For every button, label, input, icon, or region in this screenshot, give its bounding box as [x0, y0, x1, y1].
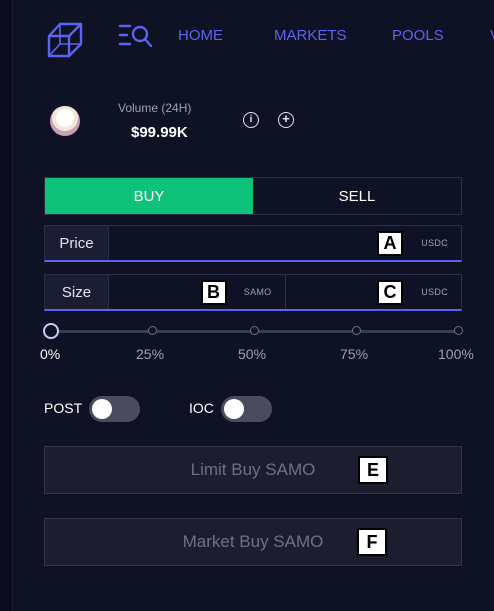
size-base-unit: SAMO: [243, 287, 272, 297]
top-nav: HOME MARKETS POOLS V: [0, 0, 494, 72]
marker-e: E: [358, 456, 388, 484]
ioc-toggle[interactable]: [221, 396, 272, 422]
slider-tick-50[interactable]: [250, 326, 259, 335]
marker-a: A: [377, 231, 403, 256]
size-quote-input[interactable]: C USDC: [284, 275, 461, 309]
post-toggle-knob: [92, 399, 112, 419]
cube-logo-icon[interactable]: [45, 18, 87, 58]
slider-label-100: 100%: [438, 346, 474, 362]
tab-buy[interactable]: BUY: [45, 178, 253, 214]
marker-b: B: [200, 280, 227, 305]
ioc-label: IOC: [189, 400, 214, 416]
samo-token-icon: [50, 106, 80, 136]
plus-circle-icon[interactable]: +: [278, 112, 294, 128]
slider-label-75: 75%: [340, 346, 369, 362]
nav-pools[interactable]: POOLS: [392, 27, 444, 44]
side-tabs: BUY SELL: [44, 177, 462, 215]
size-quote-unit: USDC: [421, 287, 448, 297]
ioc-toggle-knob: [224, 399, 244, 419]
size-slider[interactable]: [43, 323, 463, 339]
price-unit: USDC: [421, 238, 448, 248]
market-buy-button[interactable]: Market Buy SAMO: [44, 518, 462, 566]
volume-value: $99.99K: [131, 124, 188, 141]
slider-tick-100[interactable]: [454, 326, 463, 335]
marker-f: F: [357, 528, 387, 556]
marker-c: C: [377, 280, 403, 305]
slider-handle[interactable]: [43, 323, 59, 339]
slider-label-0: 0%: [40, 346, 61, 362]
slider-tick-25[interactable]: [148, 326, 157, 335]
limit-buy-button[interactable]: Limit Buy SAMO: [44, 446, 462, 494]
post-label: POST: [44, 400, 83, 416]
slider-label-50: 50%: [238, 346, 267, 362]
volume-label: Volume (24H): [118, 101, 192, 115]
size-label: Size: [45, 275, 109, 309]
slider-tick-75[interactable]: [352, 326, 361, 335]
slider-label-25: 25%: [136, 346, 165, 362]
size-row: Size B SAMO C USDC: [44, 274, 462, 311]
post-toggle[interactable]: [89, 396, 140, 422]
info-icon[interactable]: i: [243, 112, 259, 128]
price-input[interactable]: A USDC: [109, 226, 461, 260]
menu-search-icon[interactable]: [118, 22, 154, 50]
nav-more[interactable]: V: [490, 27, 494, 44]
nav-markets[interactable]: MARKETS: [274, 27, 347, 44]
nav-home[interactable]: HOME: [178, 27, 223, 44]
price-label: Price: [45, 226, 109, 260]
size-base-input[interactable]: B SAMO: [109, 275, 285, 309]
price-row: Price A USDC: [44, 225, 462, 262]
tab-sell[interactable]: SELL: [253, 178, 461, 214]
